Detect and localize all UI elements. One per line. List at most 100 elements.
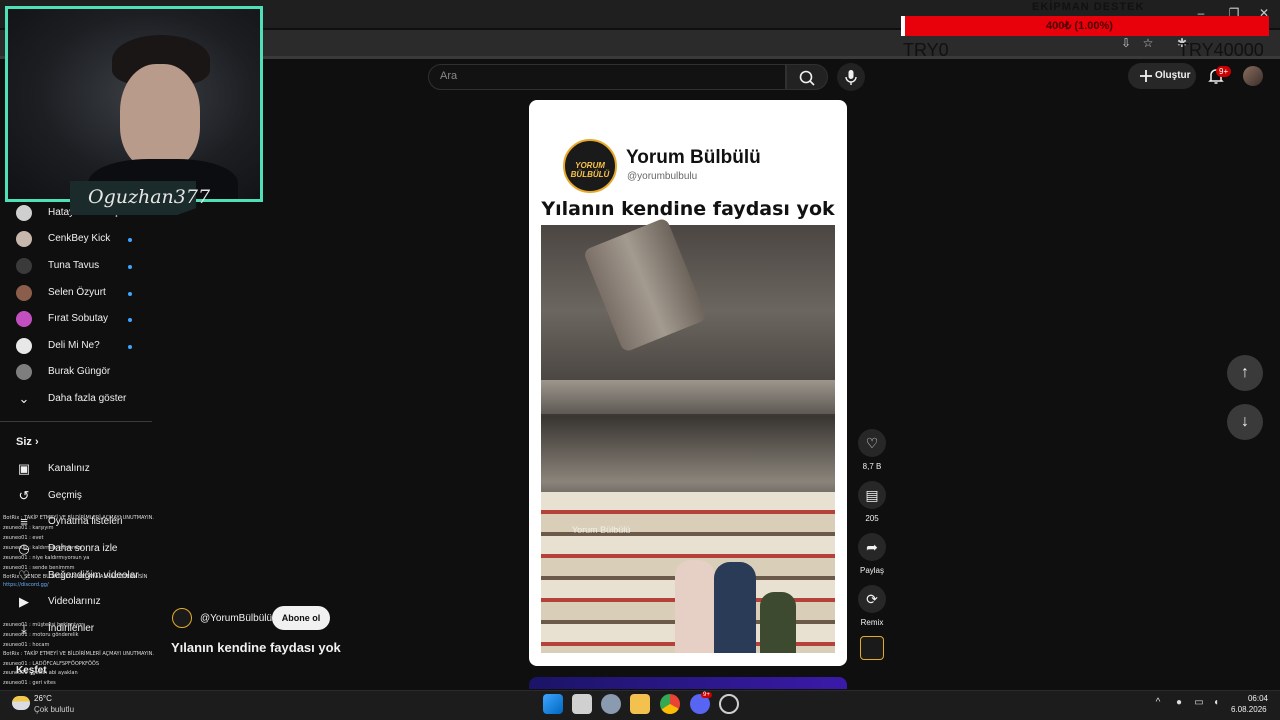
chat-message: zeuneo01 : kaldırmak istiyorum xyxy=(3,545,83,551)
heart-icon: ♡ xyxy=(865,435,879,451)
search-button[interactable] xyxy=(786,64,828,90)
sidebar-item-label: Burak Güngör xyxy=(48,366,111,377)
chrome-icon[interactable] xyxy=(660,694,680,714)
like-count: 8,7 B xyxy=(862,462,882,471)
weather-temperature[interactable]: 26°C xyxy=(34,694,52,703)
weather-cloud-icon[interactable] xyxy=(12,696,30,710)
new-content-dot xyxy=(128,238,132,242)
chat-message: BotRix : SENDE BU OYUNLARI BEDAVA ALMAK … xyxy=(3,574,148,580)
microphone-tray-icon[interactable]: ● xyxy=(1173,697,1185,709)
remix-button[interactable]: ⟳ xyxy=(858,585,886,613)
info-channel-avatar[interactable] xyxy=(172,608,192,628)
video-watermark: Yorum Bülbülü xyxy=(572,525,631,535)
webcam-overlay xyxy=(5,6,263,202)
webcam-person-face xyxy=(120,64,200,169)
video-car-crossbar xyxy=(541,380,835,414)
sidebar-item-playlists[interactable]: ≡ Oynatma listeleri xyxy=(0,509,152,535)
donation-title: EKİPMAN DESTEK xyxy=(1032,1,1145,13)
next-short-preview[interactable] xyxy=(529,677,847,689)
sidebar-item-label: Videolarınız xyxy=(48,596,101,607)
chat-message: BotRix : TAKİP ETMEYİ VE BİLDİRİMLERİ AÇ… xyxy=(3,515,154,521)
sidebar-item-downloads[interactable]: ⤓ İndirilenler xyxy=(0,616,152,642)
donation-progress-text: 400₺ (1.00%) xyxy=(1046,20,1113,32)
avatar xyxy=(16,338,32,354)
sound-channel-avatar[interactable] xyxy=(860,636,884,660)
next-short-button[interactable]: ↓ xyxy=(1227,404,1263,440)
video-person xyxy=(714,562,756,653)
sidebar-item-subscription[interactable]: Burak Güngör xyxy=(0,359,152,385)
you-heading-label: Siz xyxy=(16,436,32,448)
video-person xyxy=(675,560,715,653)
donation-min-label: TRY0 xyxy=(903,40,949,60)
chat-message: zeuneo01 : hocam xyxy=(3,642,50,648)
history-icon: ↺ xyxy=(18,488,30,503)
chat-message: https://discord.gg/ xyxy=(3,582,49,588)
settings-icon[interactable] xyxy=(601,694,621,714)
display-tray-icon[interactable]: ▭ xyxy=(1193,697,1205,709)
sidebar-item-label: Fırat Sobutay xyxy=(48,313,109,324)
search-input[interactable] xyxy=(428,64,786,90)
sidebar-item-subscription[interactable]: Tuna Tavus xyxy=(0,253,152,279)
sidebar-item-label: Tuna Tavus xyxy=(48,260,100,271)
task-view-icon[interactable] xyxy=(572,694,592,714)
comments-button[interactable]: ▤ xyxy=(858,481,886,509)
discord-badge: 9+ xyxy=(701,692,712,698)
sidebar-divider xyxy=(0,421,152,422)
sidebar-item-channel[interactable]: ▣ Kanalınız xyxy=(0,456,152,482)
sidebar-item-label: CenkBey Kick xyxy=(48,233,111,244)
bookmark-star-icon[interactable]: ☆ xyxy=(1140,35,1156,51)
remix-icon: ⟳ xyxy=(866,591,878,607)
voice-search-button[interactable] xyxy=(837,63,865,91)
search-icon xyxy=(799,70,815,86)
avatar xyxy=(16,258,32,274)
remix-label: Remix xyxy=(860,618,884,627)
chat-message: zeuneo01 : motoru gönderelik xyxy=(3,632,79,638)
tray-chevron-up-icon[interactable]: ^ xyxy=(1152,697,1164,709)
sidebar-item-subscription[interactable]: Deli Mi Ne? xyxy=(0,333,152,359)
new-content-dot xyxy=(128,345,132,349)
donation-max-label: TRY40000 xyxy=(1178,40,1264,60)
clock-time[interactable]: 06:04 xyxy=(1246,694,1268,703)
short-channel-name: Yorum Bülbülü xyxy=(626,147,761,168)
sidebar-item-subscription[interactable]: Selen Özyurt xyxy=(0,280,152,306)
create-label: Oluştur xyxy=(1155,70,1191,81)
video-person xyxy=(760,592,796,653)
like-button[interactable]: ♡ xyxy=(858,429,886,457)
share-label: Paylaş xyxy=(859,566,884,575)
mic-icon xyxy=(845,70,857,85)
windows-start-icon[interactable] xyxy=(543,694,563,714)
chat-message: zeuneo01 : geri vites xyxy=(3,680,56,686)
new-content-dot xyxy=(128,318,132,322)
you-section-heading[interactable]: Siz › xyxy=(16,436,39,448)
weather-description[interactable]: Çok bulutlu xyxy=(34,705,74,714)
sidebar-item-your-videos[interactable]: ▶ Videolarınız xyxy=(0,589,152,615)
sidebar-item-subscription[interactable]: CenkBey Kick xyxy=(0,226,152,252)
sidebar-item-history[interactable]: ↺ Geçmiş xyxy=(0,483,152,509)
previous-short-button[interactable]: ↑ xyxy=(1227,355,1263,391)
short-title: Yılanın kendine faydası yok xyxy=(171,640,341,655)
search-placeholder: Ara xyxy=(440,70,458,82)
volume-tray-icon[interactable]: ◖ xyxy=(1210,697,1222,709)
avatar xyxy=(16,285,32,301)
show-more-button[interactable]: ⌄ Daha fazla göster xyxy=(0,386,152,412)
avatar xyxy=(16,364,32,380)
comment-icon: ▤ xyxy=(865,487,879,503)
app-icon[interactable] xyxy=(719,694,739,714)
share-button[interactable]: ➦ xyxy=(858,533,886,561)
info-channel-name[interactable]: @YorumBülbülü xyxy=(200,613,272,624)
arrow-up-icon: ↑ xyxy=(1241,364,1249,381)
profile-avatar[interactable] xyxy=(1243,66,1263,86)
sidebar-item-subscription[interactable]: Fırat Sobutay xyxy=(0,306,152,332)
subscribe-button[interactable]: Abone ol xyxy=(272,606,330,630)
sidebar-item-label: Geçmiş xyxy=(48,490,82,501)
clock-date[interactable]: 6.08.2026 xyxy=(1231,705,1267,714)
chat-message: zeuneo01 : niye kaldırmıyorsun ya xyxy=(3,555,90,561)
chat-message: zeuneo01 : gelsin abi ayaklan xyxy=(3,670,78,676)
chat-message: zeuneo01 : sende benimmm xyxy=(3,565,75,571)
file-explorer-icon[interactable] xyxy=(630,694,650,714)
new-content-dot xyxy=(128,265,132,269)
avatar xyxy=(16,311,32,327)
chat-message: zeuneo01 : evet xyxy=(3,535,44,541)
install-icon[interactable]: ⇩ xyxy=(1118,35,1134,51)
short-channel-handle: @yorumbulbulu xyxy=(627,171,698,182)
